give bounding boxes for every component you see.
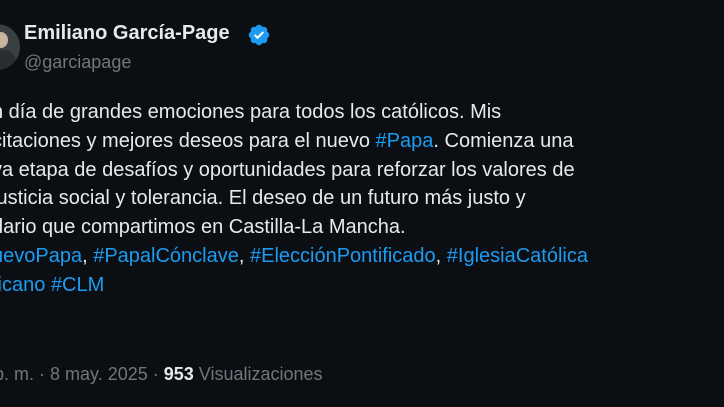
hashtag-link[interactable]: uevoPapa <box>0 245 82 267</box>
tweet-line: va etapa de desafíos y oportunidades par… <box>0 156 724 185</box>
meta-separator: · <box>147 364 164 384</box>
hashtag-link[interactable]: #Papa <box>376 130 434 152</box>
hashtag-link[interactable]: ticano <box>0 274 45 296</box>
meta-separator: · <box>34 364 51 384</box>
tweet-text-segment: va etapa de desafíos y oportunidades par… <box>0 158 575 181</box>
tweet-time[interactable]: p. m. <box>0 364 34 384</box>
hashtag-link[interactable]: #IglesiaCatólica <box>447 245 588 267</box>
tweet-text-segment: , <box>435 244 447 267</box>
views-count: 953 <box>163 364 194 384</box>
tweet-meta: p. m. · 8 may. 2025 · 953 Visualizacione… <box>0 364 323 385</box>
tweet-text-segment: citaciones y mejores deseos para el nuev… <box>0 129 376 152</box>
hashtag-link[interactable]: #ElecciónPontificado <box>250 245 436 267</box>
tweet-text-segment: justicia social y tolerancia. El deseo d… <box>0 187 526 210</box>
tweet-text-segment: . Comienza una <box>433 129 574 152</box>
avatar-body <box>0 50 16 70</box>
verified-badge-icon <box>248 24 270 46</box>
hashtag-link[interactable]: #CLM <box>51 274 104 296</box>
tweet-line: dario que compartimos en Castilla-La Man… <box>0 213 724 242</box>
hashtag-link[interactable]: #PapalCónclave <box>93 245 239 267</box>
avatar-head <box>0 32 8 48</box>
tweet-line: justicia social y tolerancia. El deseo d… <box>0 184 724 213</box>
views-label: Visualizaciones <box>193 364 323 384</box>
tweet-text-segment: n día de grandes emociones para todos lo… <box>0 101 502 123</box>
tweet-line: ticano #CLM <box>0 271 724 300</box>
tweet-line: uevoPapa, #PapalCónclave, #ElecciónPonti… <box>0 242 724 271</box>
tweet-text: n día de grandes emociones para todos lo… <box>0 98 724 300</box>
author-handle[interactable]: @garciapage <box>24 52 131 73</box>
tweet-text-segment: , <box>82 244 94 267</box>
tweet-text-segment: dario que compartimos en Castilla-La Man… <box>0 216 406 239</box>
tweet-text-segment: , <box>238 244 250 267</box>
tweet-line: citaciones y mejores deseos para el nuev… <box>0 127 724 156</box>
tweet-line: n día de grandes emociones para todos lo… <box>0 98 724 127</box>
avatar[interactable] <box>0 24 20 70</box>
tweet-date[interactable]: 8 may. 2025 <box>50 364 148 384</box>
author-name[interactable]: Emiliano García-Page <box>24 22 230 45</box>
